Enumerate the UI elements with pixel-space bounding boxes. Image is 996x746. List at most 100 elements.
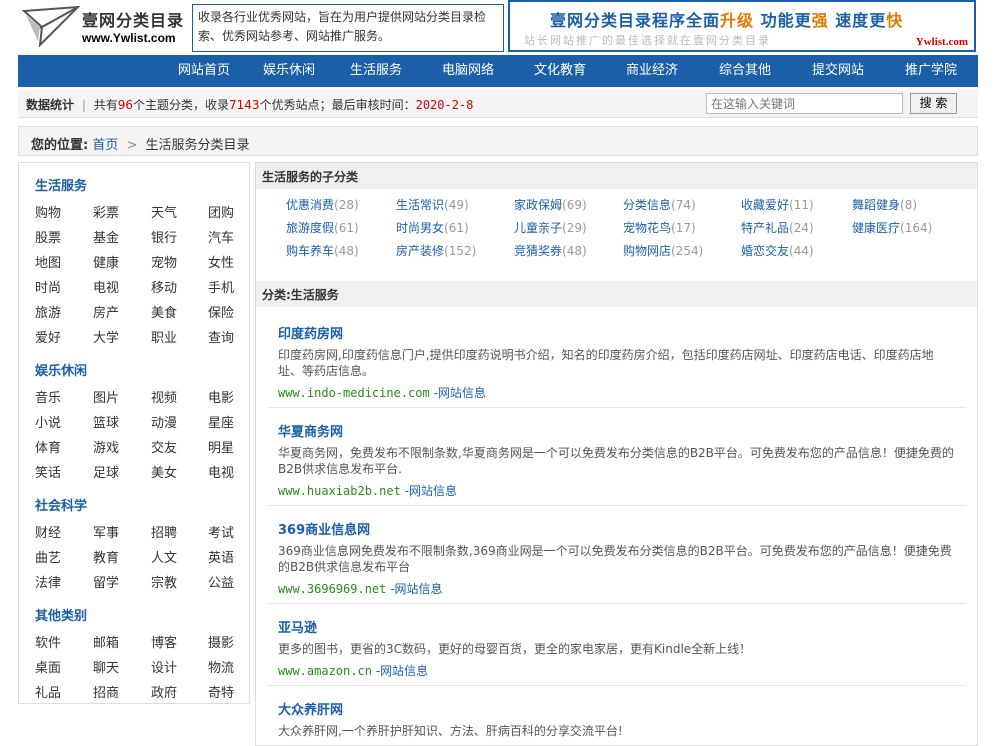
sidebar-category-link[interactable]: 宗教 bbox=[151, 572, 177, 591]
sidebar-category-link[interactable]: 桌面 bbox=[35, 657, 61, 676]
site-url-link[interactable]: www.3696969.net bbox=[278, 582, 386, 596]
subcategory-link[interactable]: 宠物花鸟(17) bbox=[623, 219, 696, 236]
subcategory-link[interactable]: 舞蹈健身(8) bbox=[852, 196, 917, 213]
subcategory-link[interactable]: 儿童亲子(29) bbox=[514, 219, 587, 236]
sidebar-category-link[interactable]: 宠物 bbox=[151, 252, 177, 271]
site-title-link[interactable]: 大众养肝网 bbox=[278, 703, 343, 718]
sidebar-category-link[interactable]: 爱好 bbox=[35, 327, 61, 346]
site-info-link[interactable]: -网站信息 bbox=[390, 582, 442, 596]
sidebar-category-link[interactable]: 曲艺 bbox=[35, 547, 61, 566]
site-info-link[interactable]: -网站信息 bbox=[405, 484, 457, 498]
subcategory-link[interactable]: 特产礼品(24) bbox=[741, 219, 814, 236]
subcategory-link[interactable]: 分类信息(74) bbox=[623, 196, 696, 213]
search-button[interactable]: 搜 索 bbox=[910, 93, 957, 114]
sidebar-category-link[interactable]: 保险 bbox=[208, 302, 234, 321]
sidebar-category-link[interactable]: 教育 bbox=[93, 547, 119, 566]
sidebar-category-link[interactable]: 电视 bbox=[208, 462, 234, 481]
breadcrumb-home[interactable]: 首页 bbox=[92, 138, 118, 153]
site-url-link[interactable]: www.indo-medicine.com bbox=[278, 386, 430, 400]
sidebar-category-link[interactable]: 时尚 bbox=[35, 277, 61, 296]
sidebar-category-link[interactable]: 职业 bbox=[151, 327, 177, 346]
nav-culture-education[interactable]: 文化教育 bbox=[534, 55, 586, 87]
sidebar-category-link[interactable]: 财经 bbox=[35, 522, 61, 541]
sidebar-category-link[interactable]: 笑话 bbox=[35, 462, 61, 481]
sidebar-category-link[interactable]: 博客 bbox=[151, 632, 177, 651]
sidebar-category-link[interactable]: 电视 bbox=[93, 277, 119, 296]
subcategory-link[interactable]: 房产装修(152) bbox=[396, 242, 476, 259]
sidebar-category-link[interactable]: 政府 bbox=[151, 682, 177, 701]
nav-business[interactable]: 商业经济 bbox=[626, 55, 678, 87]
sidebar-category-link[interactable]: 美女 bbox=[151, 462, 177, 481]
sidebar-category-link[interactable]: 移动 bbox=[151, 277, 177, 296]
sidebar-category-link[interactable]: 公益 bbox=[208, 572, 234, 591]
site-title-link[interactable]: 369商业信息网 bbox=[278, 523, 370, 538]
sidebar-category-link[interactable]: 地图 bbox=[35, 252, 61, 271]
sidebar-category-link[interactable]: 天气 bbox=[151, 202, 177, 221]
site-url-link[interactable]: www.amazon.cn bbox=[278, 664, 372, 678]
sidebar-category-link[interactable]: 彩票 bbox=[93, 202, 119, 221]
sidebar-category-link[interactable]: 招商 bbox=[93, 682, 119, 701]
subcategory-link[interactable]: 优惠消费(28) bbox=[286, 196, 359, 213]
sidebar-category-link[interactable]: 旅游 bbox=[35, 302, 61, 321]
nav-entertainment[interactable]: 娱乐休闲 bbox=[263, 55, 315, 87]
sidebar-category-link[interactable]: 奇特 bbox=[208, 682, 234, 701]
sidebar-category-link[interactable]: 汽车 bbox=[208, 227, 234, 246]
site-title-link[interactable]: 华夏商务网 bbox=[278, 425, 343, 440]
sidebar-category-link[interactable]: 摄影 bbox=[208, 632, 234, 651]
sidebar-category-link[interactable]: 动漫 bbox=[151, 412, 177, 431]
sidebar-category-link[interactable]: 留学 bbox=[93, 572, 119, 591]
subcategory-link[interactable]: 收藏爱好(11) bbox=[741, 196, 814, 213]
subcategory-link[interactable]: 购车养车(48) bbox=[286, 242, 359, 259]
subcategory-link[interactable]: 时尚男女(61) bbox=[396, 219, 469, 236]
sidebar-category-link[interactable]: 团购 bbox=[208, 202, 234, 221]
sidebar-category-link[interactable]: 电影 bbox=[208, 387, 234, 406]
nav-submit-site[interactable]: 提交网站 bbox=[812, 55, 864, 87]
subcategory-link[interactable]: 生活常识(49) bbox=[396, 196, 469, 213]
subcategory-link[interactable]: 竞猜奖券(48) bbox=[514, 242, 587, 259]
sidebar-category-link[interactable]: 聊天 bbox=[93, 657, 119, 676]
sidebar-category-link[interactable]: 健康 bbox=[93, 252, 119, 271]
nav-home[interactable]: 网站首页 bbox=[178, 55, 230, 87]
sidebar-category-link[interactable]: 体育 bbox=[35, 437, 61, 456]
search-input[interactable] bbox=[706, 93, 903, 114]
subcategory-link[interactable]: 家政保姆(69) bbox=[514, 196, 587, 213]
sidebar-category-link[interactable]: 股票 bbox=[35, 227, 61, 246]
sidebar-category-link[interactable]: 物流 bbox=[208, 657, 234, 676]
sidebar-category-link[interactable]: 房产 bbox=[93, 302, 119, 321]
site-info-link[interactable]: -网站信息 bbox=[434, 386, 486, 400]
site-title-link[interactable]: 亚马逊 bbox=[278, 621, 317, 636]
nav-others[interactable]: 综合其他 bbox=[719, 55, 771, 87]
sidebar-category-link[interactable]: 星座 bbox=[208, 412, 234, 431]
nav-promo-academy[interactable]: 推广学院 bbox=[905, 55, 957, 87]
sidebar-category-link[interactable]: 交友 bbox=[151, 437, 177, 456]
sidebar-category-link[interactable]: 军事 bbox=[93, 522, 119, 541]
sidebar-category-link[interactable]: 银行 bbox=[151, 227, 177, 246]
sidebar-category-link[interactable]: 手机 bbox=[208, 277, 234, 296]
sidebar-category-link[interactable]: 明星 bbox=[208, 437, 234, 456]
sidebar-category-link[interactable]: 软件 bbox=[35, 632, 61, 651]
sidebar-category-link[interactable]: 大学 bbox=[93, 327, 119, 346]
sidebar-category-link[interactable]: 女性 bbox=[208, 252, 234, 271]
sidebar-category-link[interactable]: 音乐 bbox=[35, 387, 61, 406]
sidebar-category-link[interactable]: 视频 bbox=[151, 387, 177, 406]
sidebar-category-link[interactable]: 英语 bbox=[208, 547, 234, 566]
subcategory-link[interactable]: 购物网店(254) bbox=[623, 242, 703, 259]
sidebar-category-link[interactable]: 游戏 bbox=[93, 437, 119, 456]
nav-computer-network[interactable]: 电脑网络 bbox=[442, 55, 494, 87]
subcategory-link[interactable]: 旅游度假(61) bbox=[286, 219, 359, 236]
sidebar-category-link[interactable]: 邮箱 bbox=[93, 632, 119, 651]
sidebar-category-link[interactable]: 人文 bbox=[151, 547, 177, 566]
sidebar-category-link[interactable]: 小说 bbox=[35, 412, 61, 431]
subcategory-link[interactable]: 健康医疗(164) bbox=[852, 219, 932, 236]
sidebar-category-link[interactable]: 设计 bbox=[151, 657, 177, 676]
sidebar-category-link[interactable]: 法律 bbox=[35, 572, 61, 591]
sidebar-category-link[interactable]: 美食 bbox=[151, 302, 177, 321]
subcategory-link[interactable]: 婚恋交友(44) bbox=[741, 242, 814, 259]
site-title-link[interactable]: 印度药房网 bbox=[278, 327, 343, 342]
sidebar-category-link[interactable]: 查询 bbox=[208, 327, 234, 346]
sidebar-category-link[interactable]: 购物 bbox=[35, 202, 61, 221]
nav-life-services[interactable]: 生活服务 bbox=[350, 55, 402, 87]
sidebar-category-link[interactable]: 基金 bbox=[93, 227, 119, 246]
site-url-link[interactable]: www.huaxiab2b.net bbox=[278, 484, 401, 498]
sidebar-category-link[interactable]: 图片 bbox=[93, 387, 119, 406]
